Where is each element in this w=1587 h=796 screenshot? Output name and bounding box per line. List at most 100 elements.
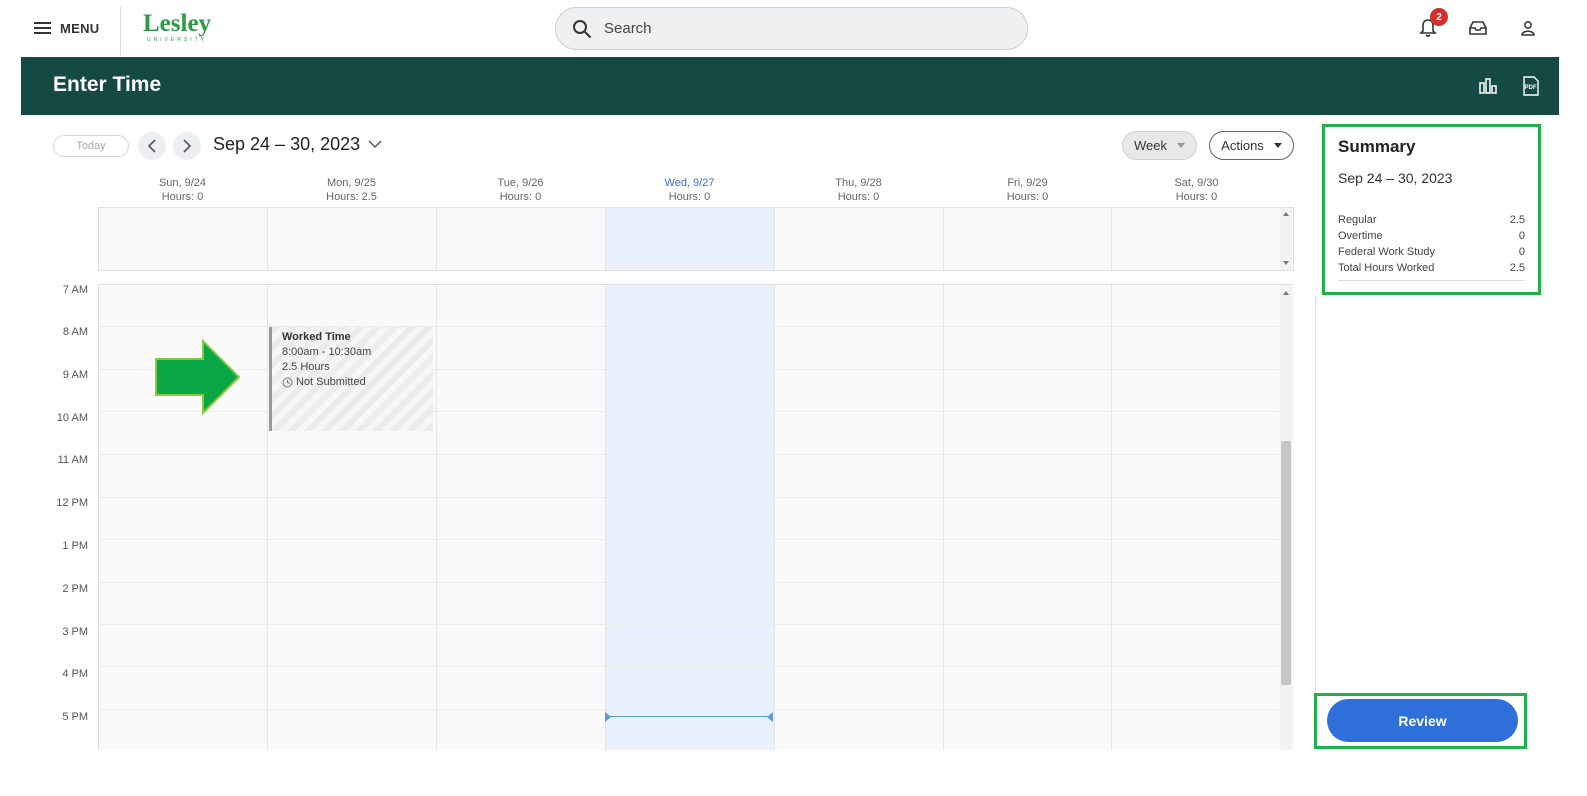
time-label: 5 PM bbox=[62, 711, 88, 723]
day-hours: Hours: 0 bbox=[499, 191, 542, 203]
all-day-scrollbar[interactable] bbox=[1280, 208, 1292, 270]
hour-gridline bbox=[99, 709, 1279, 710]
next-week-button[interactable] bbox=[173, 132, 201, 160]
user-icon bbox=[1521, 21, 1535, 36]
view-select[interactable]: Week bbox=[1122, 131, 1197, 160]
search-input[interactable] bbox=[604, 20, 984, 37]
time-label: 4 PM bbox=[62, 668, 88, 680]
chart-button[interactable] bbox=[1477, 75, 1499, 97]
day-hours: Hours: 0 bbox=[668, 191, 711, 203]
chevron-left-icon bbox=[147, 139, 156, 153]
column-divider bbox=[267, 208, 268, 270]
green-arrow-annotation-icon bbox=[155, 339, 241, 415]
summary-row-total-hours: Total Hours Worked 2.5 bbox=[1338, 260, 1525, 276]
day-header-tue[interactable]: Tue, 9/26 Hours: 0 bbox=[436, 176, 605, 204]
hour-gridline bbox=[99, 454, 1279, 455]
today-button[interactable]: Today bbox=[53, 135, 129, 157]
time-grid-scrollbar[interactable] bbox=[1280, 285, 1292, 750]
chevron-down-icon bbox=[368, 140, 382, 149]
hour-gridline bbox=[99, 582, 1279, 583]
chevron-right-icon bbox=[183, 139, 192, 153]
pdf-button[interactable]: PDF bbox=[1520, 75, 1542, 97]
search-bar[interactable] bbox=[555, 7, 1028, 50]
day-header-wed[interactable]: Wed, 9/27 Hours: 0 bbox=[605, 176, 774, 204]
summary-row-regular: Regular 2.5 bbox=[1338, 212, 1525, 228]
day-header-sat[interactable]: Sat, 9/30 Hours: 0 bbox=[1112, 176, 1281, 204]
today-column-highlight bbox=[605, 285, 774, 750]
menu-icon bbox=[34, 22, 51, 34]
hour-gridline bbox=[99, 666, 1279, 667]
scroll-down-arrow-icon[interactable] bbox=[1283, 261, 1289, 265]
column-divider bbox=[774, 208, 775, 270]
current-time-line bbox=[605, 716, 773, 717]
day-header-fri[interactable]: Fri, 9/29 Hours: 0 bbox=[943, 176, 1112, 204]
university-logo[interactable]: Lesley UNIVERSITY bbox=[143, 10, 212, 43]
review-button[interactable]: Review bbox=[1327, 699, 1518, 742]
hour-gridline bbox=[99, 624, 1279, 625]
time-label: 12 PM bbox=[56, 497, 88, 509]
column-divider bbox=[436, 285, 437, 750]
actions-label: Actions bbox=[1221, 138, 1264, 153]
all-day-row[interactable] bbox=[98, 207, 1294, 271]
page-header: Enter Time PDF bbox=[21, 57, 1559, 115]
divider bbox=[120, 6, 121, 56]
menu-label: MENU bbox=[60, 20, 100, 36]
day-header-mon[interactable]: Mon, 9/25 Hours: 2.5 bbox=[267, 176, 436, 204]
day-hours: Hours: 0 bbox=[1175, 191, 1218, 203]
event-duration: 2.5 Hours bbox=[282, 361, 330, 373]
bar-chart-icon bbox=[1479, 78, 1497, 94]
time-label: 7 AM bbox=[62, 284, 88, 296]
view-select-label: Week bbox=[1134, 138, 1167, 153]
summary-row-value: 2.5 bbox=[1509, 262, 1525, 274]
day-hours: Hours: 0 bbox=[837, 191, 880, 203]
day-header-sun[interactable]: Sun, 9/24 Hours: 0 bbox=[98, 176, 267, 204]
clock-icon bbox=[282, 377, 293, 388]
page-title: Enter Time bbox=[53, 73, 162, 96]
scrollbar-thumb[interactable] bbox=[1281, 441, 1291, 685]
time-label: 1 PM bbox=[62, 540, 88, 552]
summary-row-label: Regular bbox=[1338, 214, 1377, 226]
column-divider bbox=[1111, 285, 1112, 750]
day-hours: Hours: 0 bbox=[1006, 191, 1049, 203]
time-label: 11 AM bbox=[57, 454, 88, 466]
scroll-up-arrow-icon[interactable] bbox=[1283, 291, 1289, 295]
current-time-marker-left bbox=[605, 712, 611, 722]
scroll-up-arrow-icon[interactable] bbox=[1283, 212, 1289, 216]
day-label: Sat, 9/30 bbox=[1174, 177, 1219, 189]
hour-gridline bbox=[99, 497, 1279, 498]
profile-button[interactable] bbox=[1516, 16, 1540, 40]
event-status: Not Submitted bbox=[282, 375, 423, 390]
notification-badge: 2 bbox=[1430, 8, 1448, 26]
day-hours: Hours: 0 bbox=[161, 191, 204, 203]
summary-row-label: Overtime bbox=[1338, 230, 1383, 242]
day-label: Thu, 9/28 bbox=[835, 177, 882, 189]
column-divider bbox=[1111, 208, 1112, 270]
date-range-label: Sep 24 – 30, 2023 bbox=[213, 134, 361, 154]
previous-week-button[interactable] bbox=[138, 132, 166, 160]
summary-panel: Summary Sep 24 – 30, 2023 Regular 2.5 Ov… bbox=[1322, 124, 1541, 295]
pdf-icon: PDF bbox=[1523, 76, 1539, 96]
summary-rows: Regular 2.5 Overtime 0 Federal Work Stud… bbox=[1338, 212, 1525, 281]
side-panel-divider bbox=[1315, 295, 1316, 693]
logo-text: Lesley bbox=[143, 10, 212, 37]
inbox-button[interactable] bbox=[1466, 16, 1490, 40]
today-column-highlight bbox=[605, 208, 774, 270]
current-time-marker-right bbox=[767, 712, 773, 722]
menu-button[interactable]: MENU bbox=[34, 18, 99, 38]
actions-button[interactable]: Actions bbox=[1209, 131, 1294, 160]
day-label: Fri, 9/29 bbox=[1007, 177, 1048, 189]
column-divider bbox=[436, 208, 437, 270]
date-range-selector[interactable]: Sep 24 – 30, 2023 bbox=[213, 134, 382, 155]
summary-date-range: Sep 24 – 30, 2023 bbox=[1338, 170, 1453, 186]
summary-title: Summary bbox=[1338, 137, 1416, 156]
day-header-thu[interactable]: Thu, 9/28 Hours: 0 bbox=[774, 176, 943, 204]
summary-row-value: 0 bbox=[1518, 230, 1525, 242]
time-label: 3 PM bbox=[62, 626, 88, 638]
caret-down-icon bbox=[1177, 143, 1185, 148]
summary-row-overtime: Overtime 0 bbox=[1338, 228, 1525, 244]
hour-gridline bbox=[99, 539, 1279, 540]
worked-time-event[interactable]: Worked Time 8:00am - 10:30am 2.5 Hours N… bbox=[269, 327, 433, 431]
time-label: 2 PM bbox=[62, 583, 88, 595]
event-status-label: Not Submitted bbox=[296, 376, 366, 388]
search-icon bbox=[573, 19, 591, 38]
